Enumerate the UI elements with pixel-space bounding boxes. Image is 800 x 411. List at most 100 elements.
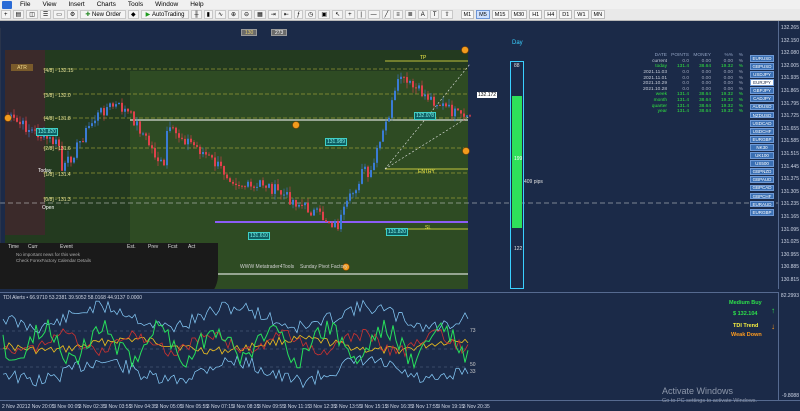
- price-axis-tick: 132.265: [780, 25, 799, 31]
- profiles-icon[interactable]: ▤: [12, 10, 25, 19]
- time-axis-tick: 3 Nov 07:15: [206, 404, 234, 410]
- timeframe-w1[interactable]: W1: [574, 10, 589, 19]
- autoscroll-icon[interactable]: ⇥: [267, 10, 279, 19]
- symbol-button-gbpusd[interactable]: GBPUSD: [750, 63, 774, 70]
- candle-body: [403, 76, 405, 78]
- metaeditor-icon[interactable]: ◆: [128, 10, 139, 19]
- candle-body: [364, 166, 366, 170]
- fibonacci-icon[interactable]: ≣: [404, 10, 416, 19]
- candlestick-icon[interactable]: ▮: [203, 10, 213, 19]
- timeframe-m5[interactable]: M5: [476, 10, 490, 19]
- candle-body: [334, 221, 336, 228]
- price-axis-tick: 131.935: [780, 75, 799, 82]
- tile-windows-icon[interactable]: ▦: [254, 10, 266, 19]
- terminal-icon[interactable]: ▭: [53, 10, 65, 19]
- symbol-button-us500[interactable]: US500: [750, 160, 774, 168]
- symbol-button-euraud[interactable]: EURAUD: [750, 200, 774, 208]
- line-chart-icon[interactable]: ∿: [214, 10, 227, 19]
- candle-body: [139, 121, 141, 134]
- vertical-line-icon[interactable]: |: [356, 10, 366, 19]
- symbol-button-cadjpy[interactable]: CADJPY: [750, 95, 774, 103]
- timeframe-m1[interactable]: M1: [460, 10, 475, 19]
- menu-help[interactable]: Help: [184, 1, 209, 8]
- symbol-button-uk100[interactable]: UK100: [750, 152, 774, 159]
- autotrading-label: AutoTrading: [151, 11, 185, 18]
- time-axis-tick: 3 Nov 11:15: [283, 404, 311, 410]
- menu-insert[interactable]: Insert: [62, 1, 90, 8]
- new-chart-icon[interactable]: +: [1, 10, 11, 19]
- menu-file[interactable]: File: [14, 1, 36, 8]
- market-watch-icon[interactable]: ◫: [26, 10, 38, 19]
- stats-cell-pct2: %: [738, 103, 743, 109]
- candle-body: [31, 129, 33, 131]
- menu-charts[interactable]: Charts: [91, 1, 122, 8]
- stats-cell-points: 131.4: [676, 109, 689, 115]
- candle-body: [175, 127, 177, 134]
- time-axis-tick: 2 Nov 20:05: [27, 404, 55, 410]
- symbol-button-nk30[interactable]: NK30: [750, 144, 774, 151]
- candle-body: [319, 208, 321, 212]
- symbol-button-usdcad[interactable]: USDCAD: [750, 119, 774, 127]
- price-axis-tick: 132.005: [780, 62, 799, 69]
- timeframe-m15[interactable]: M15: [491, 10, 509, 19]
- symbol-button-eurusd[interactable]: EURUSD: [750, 55, 774, 62]
- navigator-icon[interactable]: ☰: [39, 10, 52, 19]
- symbol-button-eurjpy[interactable]: EURJPY: [750, 79, 774, 87]
- menu-view[interactable]: View: [36, 1, 62, 8]
- symbol-button-gbpnzd[interactable]: GBPNZD: [750, 168, 774, 176]
- symbol-button-gbpchf[interactable]: GBPCHF: [750, 192, 774, 200]
- timeframe-h4[interactable]: H4: [544, 10, 558, 19]
- symbol-button-gbpjpy[interactable]: GBPJPY: [750, 87, 774, 95]
- time-axis-tick: 3 Nov 05:05: [155, 404, 183, 410]
- timeframe-d1[interactable]: D1: [559, 10, 573, 19]
- indicators-icon[interactable]: ƒ: [293, 10, 304, 19]
- bar-chart-icon[interactable]: ╫: [191, 10, 202, 19]
- label-icon[interactable]: T: [429, 10, 440, 19]
- candle-body: [244, 186, 246, 188]
- horizontal-line-icon[interactable]: —: [367, 10, 380, 19]
- activate-windows-title: Activate Windows: [662, 386, 734, 396]
- timeframe-m30[interactable]: M30: [510, 10, 528, 19]
- chart-shift-icon[interactable]: ⇤: [280, 10, 292, 19]
- templates-icon[interactable]: ▣: [318, 10, 331, 19]
- level-label-3: [4/8] - 131.8: [44, 116, 71, 122]
- symbol-button-usdchf[interactable]: USDCHF: [750, 127, 774, 135]
- price-axis-tick: 131.445: [780, 163, 799, 170]
- trendline-icon[interactable]: ╱: [381, 10, 392, 19]
- autotrading-button[interactable]: ▶ AutoTrading: [140, 10, 190, 19]
- symbol-button-gbpaud[interactable]: GBPAUD: [750, 176, 774, 184]
- zoom-out-icon[interactable]: ⊖: [241, 10, 253, 19]
- zoom-in-icon[interactable]: ⊕: [228, 10, 240, 19]
- text-icon[interactable]: A: [417, 10, 428, 19]
- time-axis-tick: 3 Nov 02:35: [78, 404, 106, 410]
- timeframe-mn[interactable]: MN: [590, 10, 606, 19]
- news-col-fcst: Fcst: [168, 243, 178, 250]
- timeframe-h1[interactable]: H1: [529, 10, 543, 19]
- candle-body: [271, 183, 273, 194]
- candle-body: [130, 111, 132, 113]
- periods-icon[interactable]: ◷: [305, 10, 317, 19]
- arrows-icon[interactable]: ⇧: [441, 10, 453, 19]
- symbol-button-eurgbp[interactable]: EURGBP: [750, 208, 774, 216]
- channel-icon[interactable]: ≡: [393, 10, 403, 19]
- level-label-6: [0/8] - 131.3: [44, 197, 71, 203]
- tester-icon[interactable]: ⚙: [66, 10, 79, 19]
- menu-tools[interactable]: Tools: [122, 1, 149, 8]
- time-axis-tick: 3 Nov 13:55: [334, 404, 362, 410]
- tdi-level-bottom: 33: [470, 369, 476, 375]
- menu-window[interactable]: Window: [149, 1, 184, 8]
- symbol-button-eurgbp[interactable]: EURGBP: [750, 135, 774, 143]
- stats-col-money: MONEY: [693, 53, 711, 59]
- symbol-button-nzdusd[interactable]: NZDUSD: [750, 111, 774, 119]
- new-order-button[interactable]: ✚ New Order: [80, 10, 127, 19]
- candle-body: [349, 193, 351, 201]
- crosshair-icon[interactable]: +: [345, 10, 355, 19]
- tdi-subwindow[interactable]: TDI Alerts • 66.9710 53.2381 39.5052 58.…: [0, 292, 778, 400]
- time-axis-tick: 3 Nov 03:55: [104, 404, 132, 410]
- cursor-icon[interactable]: ↖: [332, 10, 344, 19]
- candle-body: [382, 130, 384, 142]
- symbol-button-usdjpy[interactable]: USDJPY: [750, 71, 774, 78]
- symbol-button-audusd[interactable]: AUDUSD: [750, 103, 774, 111]
- symbol-button-gbpcad[interactable]: GBPCAD: [750, 184, 774, 192]
- main-chart[interactable]: ATR 130 273 [4/8] - 132.15 [3/8] - 132.0…: [0, 21, 778, 289]
